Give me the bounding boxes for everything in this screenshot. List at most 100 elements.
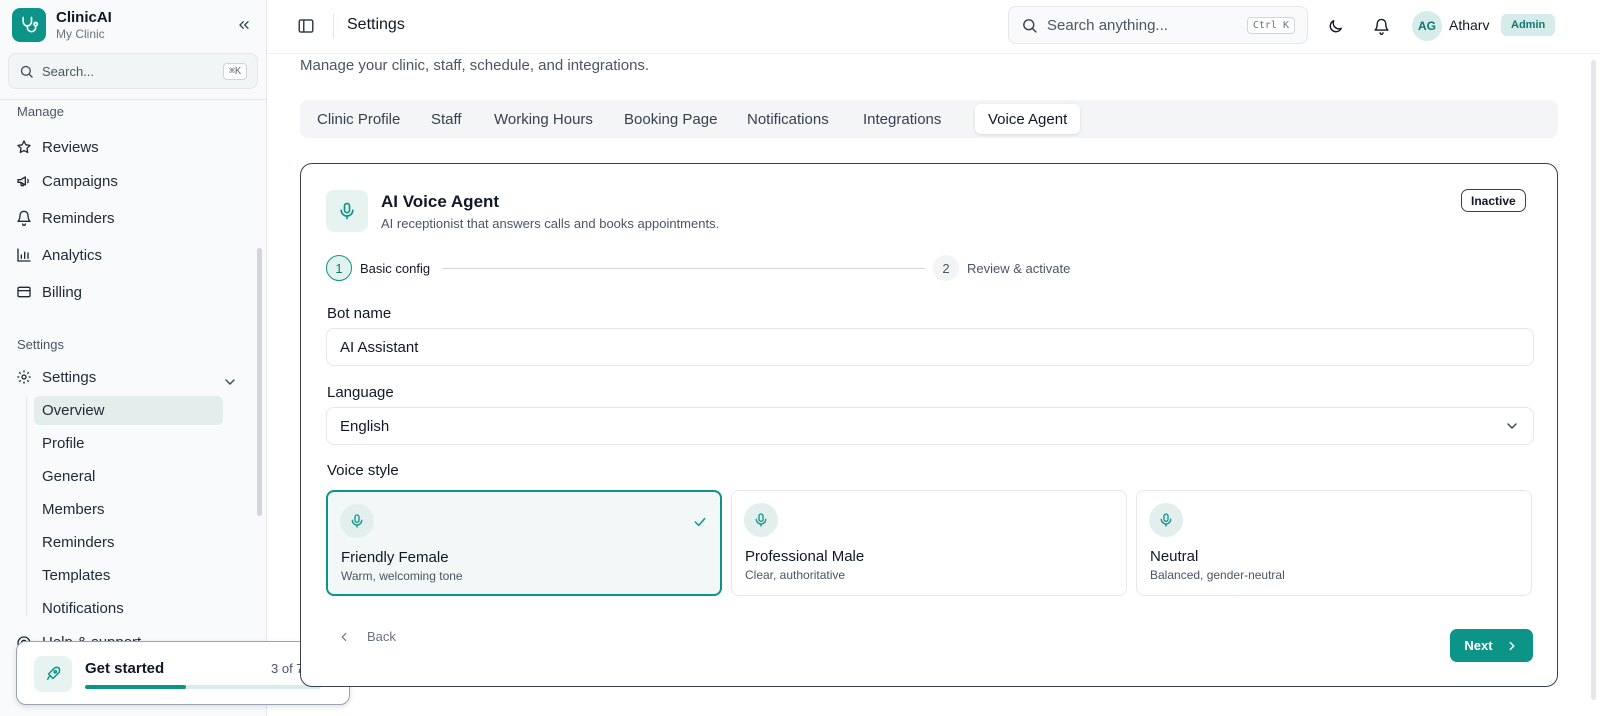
next-button[interactable]: Next	[1450, 629, 1533, 662]
voice-agent-title: AI Voice Agent	[381, 192, 500, 211]
voice-option-name: Neutral	[1150, 548, 1199, 565]
user-name[interactable]: Atharv	[1449, 17, 1489, 33]
get-started-count: 3 of 7	[271, 661, 304, 676]
voice-option-name: Friendly Female	[341, 549, 449, 566]
chevron-down-icon	[1507, 423, 1517, 429]
bell-icon	[1373, 18, 1389, 35]
voice-option-professional-male[interactable]: Professional Male Clear, authoritative	[731, 490, 1127, 596]
sidebar-item-label: Settings	[42, 368, 97, 386]
sidebar-item-label: Billing	[42, 283, 83, 301]
collapse-sidebar-button[interactable]	[234, 15, 254, 35]
sidebar-item-label: Analytics	[42, 246, 103, 264]
search-icon	[20, 65, 33, 78]
voice-option-friendly-female[interactable]: Friendly Female Warm, welcoming tone	[326, 490, 722, 596]
back-label: Back	[367, 629, 396, 644]
tab-notifications[interactable]: Notifications	[734, 104, 842, 134]
sidebar-item-campaigns[interactable]: Campaigns	[16, 166, 118, 196]
sidebar-item-label: Reminders	[42, 209, 115, 227]
language-value: English	[340, 417, 390, 435]
megaphone-icon	[16, 173, 32, 189]
star-icon	[16, 139, 32, 155]
theme-toggle-button[interactable]	[1325, 16, 1345, 36]
header-divider	[333, 14, 334, 38]
tab-working-hours[interactable]: Working Hours	[481, 104, 606, 134]
sidebar-item-billing[interactable]: Billing	[16, 277, 82, 307]
microphone-icon	[744, 503, 778, 537]
bot-name-input[interactable]	[326, 328, 1534, 366]
sidebar-subitem-notifications[interactable]: Notifications	[34, 594, 223, 616]
sidebar-scrollbar[interactable]	[257, 248, 262, 516]
main-scrollbar[interactable]	[1591, 60, 1596, 700]
language-label: Language	[327, 384, 394, 401]
notifications-button[interactable]	[1371, 16, 1391, 36]
sidebar-subitem-profile[interactable]: Profile	[34, 429, 223, 458]
top-header: Settings Search anything... Ctrl K AG At…	[267, 0, 1600, 54]
tab-clinic-profile[interactable]: Clinic Profile	[304, 104, 413, 134]
sidebar-item-reminders[interactable]: Reminders	[16, 203, 115, 233]
page-description: Manage your clinic, staff, schedule, and…	[300, 57, 650, 74]
stepper-line	[443, 268, 925, 269]
tab-integrations[interactable]: Integrations	[850, 104, 954, 134]
microphone-icon	[1149, 503, 1183, 537]
settings-tabs: Clinic Profile Staff Working Hours Booki…	[300, 100, 1558, 138]
tab-staff[interactable]: Staff	[418, 104, 475, 134]
tab-booking-page[interactable]: Booking Page	[611, 104, 730, 134]
global-search-placeholder: Search anything...	[1047, 16, 1168, 34]
bot-name-label: Bot name	[327, 305, 392, 322]
page-title: Settings	[347, 16, 405, 33]
sidebar-item-analytics[interactable]: Analytics	[16, 240, 102, 270]
voice-option-desc: Balanced, gender-neutral	[1150, 568, 1285, 582]
gear-icon	[16, 369, 32, 385]
sidebar-subitem-templates[interactable]: Templates	[34, 561, 223, 590]
step-1-label: Basic config	[360, 261, 431, 276]
sidebar-item-reviews[interactable]: Reviews	[16, 132, 99, 162]
get-started-progress-fill	[85, 685, 187, 689]
sidebar: ClinicAI My Clinic Search... ⌘K Manage R…	[0, 0, 267, 716]
sidebar-search[interactable]: Search... ⌘K	[8, 53, 258, 89]
moon-icon	[1329, 19, 1342, 32]
rocket-icon	[34, 656, 72, 692]
chevron-down-icon[interactable]	[222, 374, 238, 390]
voice-agent-card: AI Voice Agent AI receptionist that answ…	[300, 163, 1558, 687]
chevron-left-icon	[341, 632, 347, 641]
sidebar-subitem-members[interactable]: Members	[34, 495, 223, 524]
stethoscope-icon	[12, 8, 46, 42]
microphone-icon	[326, 190, 368, 232]
voice-option-name: Professional Male	[745, 548, 865, 565]
sidebar-subitem-overview[interactable]: Overview	[34, 396, 223, 425]
search-icon	[1023, 18, 1037, 33]
sidebar-subitem-general[interactable]: General	[34, 462, 223, 491]
sidebar-search-shortcut: ⌘K	[222, 62, 247, 80]
back-button[interactable]: Back	[337, 629, 396, 644]
voice-option-desc: Clear, authoritative	[745, 568, 846, 582]
credit-card-icon	[16, 284, 32, 300]
global-search[interactable]: Search anything... Ctrl K	[1008, 6, 1308, 44]
role-badge: Admin	[1501, 14, 1556, 36]
sidebar-nav: Manage Reviews Campaigns Reminders Analy…	[0, 100, 266, 616]
voice-style-label: Voice style	[327, 462, 399, 479]
sidebar-item-label: Campaigns	[42, 172, 118, 190]
sidebar-search-placeholder: Search...	[42, 63, 95, 79]
brand[interactable]: ClinicAI My Clinic	[12, 8, 112, 42]
manage-section-label: Manage	[17, 104, 64, 119]
voice-option-neutral[interactable]: Neutral Balanced, gender-neutral	[1136, 490, 1532, 596]
global-search-shortcut: Ctrl K	[1246, 16, 1295, 34]
language-select[interactable]: English	[326, 407, 1534, 445]
avatar[interactable]: AG	[1412, 11, 1442, 41]
voice-agent-description: AI receptionist that answers calls and b…	[381, 216, 720, 231]
voice-option-desc: Warm, welcoming tone	[341, 569, 463, 583]
sidebar-item-settings[interactable]: Settings	[16, 362, 96, 392]
chevrons-left-icon	[239, 20, 249, 29]
get-started-title: Get started	[85, 660, 165, 677]
tab-voice-agent[interactable]: Voice Agent	[975, 104, 1081, 134]
status-badge: Inactive	[1461, 189, 1526, 212]
panel-left-icon	[298, 19, 314, 33]
sidebar-subitem-reminders[interactable]: Reminders	[34, 528, 223, 557]
microphone-icon	[340, 504, 374, 538]
get-started-progress	[85, 685, 321, 689]
step-1-indicator: 1	[326, 255, 352, 281]
sidebar-toggle-button[interactable]	[297, 17, 315, 35]
bell-icon	[16, 210, 32, 226]
brand-name: ClinicAI	[56, 8, 112, 26]
step-2-label: Review & activate	[967, 261, 1071, 276]
